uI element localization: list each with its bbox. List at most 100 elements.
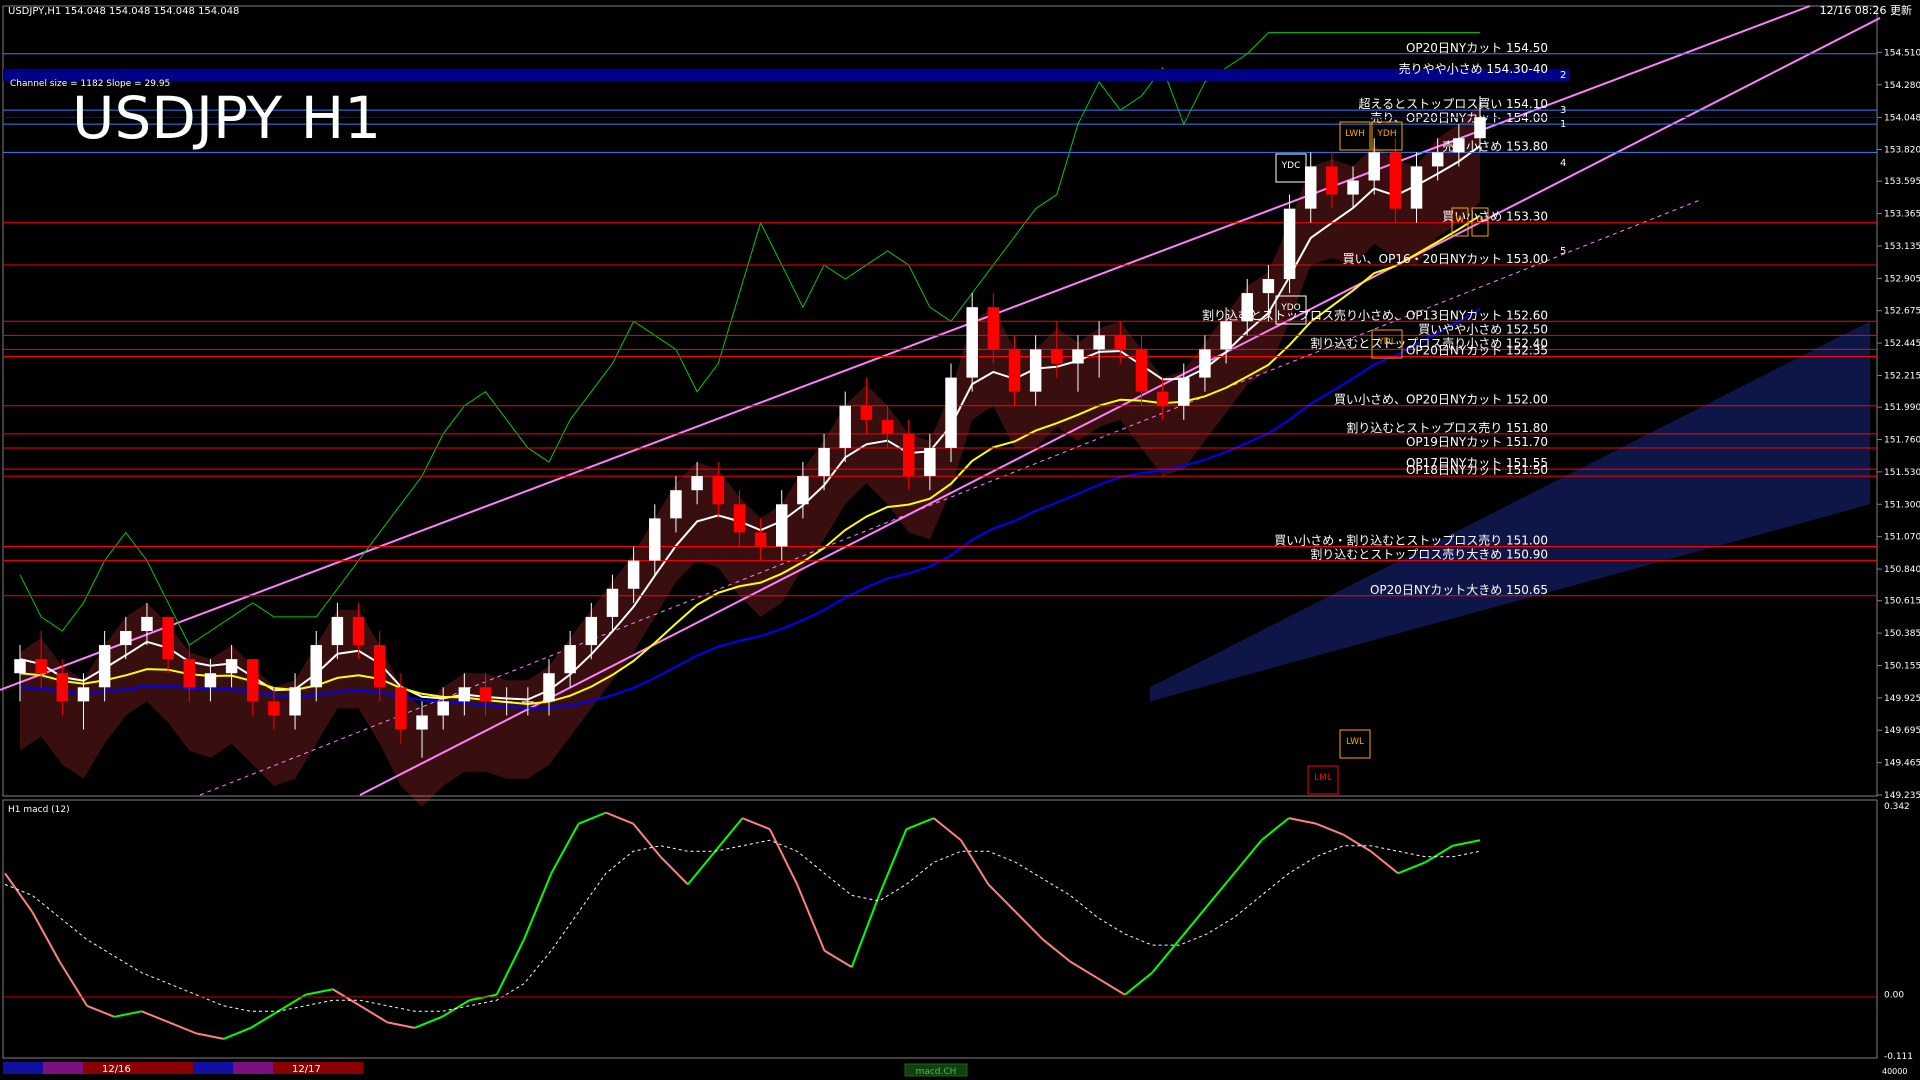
candle-body: [500, 701, 513, 703]
chart-stage: OP20日NYカット 154.50 売りやや小さめ 154.30-40 2 超えるとス…: [0, 0, 1920, 1080]
candle-body: [1072, 349, 1084, 364]
candle-body: [860, 405, 873, 420]
candle-body: [1326, 166, 1338, 195]
candle-body: [458, 687, 471, 702]
channel-tag: 5: [1560, 246, 1566, 257]
candle-body: [225, 659, 238, 674]
level-label: OP20日NYカット 154.50: [1406, 41, 1548, 55]
candle-body: [754, 532, 767, 547]
candle-body: [649, 518, 661, 561]
y-tick-label: 151.990: [1884, 403, 1920, 413]
y-tick-label: 154.510: [1884, 48, 1920, 58]
y-tick-label: 150.385: [1884, 629, 1920, 639]
marker-label: LWH: [1345, 129, 1365, 139]
candle-body: [1389, 152, 1402, 209]
macd-y-tick-label: 0.342: [1884, 802, 1910, 812]
macd-y-tick-label: 0.00: [1884, 991, 1904, 1001]
y-tick-label: 152.905: [1884, 274, 1920, 284]
candle-body: [522, 701, 534, 703]
candle-body: [606, 588, 619, 617]
candle-body: [1347, 180, 1359, 195]
candle-body: [98, 645, 111, 688]
y-tick-label: 150.615: [1884, 597, 1920, 607]
level-label: 売りやや小さめ 154.30-40: [1399, 61, 1548, 76]
candle-body: [1135, 349, 1148, 392]
candle-body: [268, 701, 280, 716]
level-label: OP20日NYカット大きめ 150.65: [1370, 583, 1548, 597]
candle-body: [987, 307, 1000, 350]
candle-body: [691, 476, 703, 491]
y-tick-label: 151.300: [1884, 500, 1920, 510]
candle-body: [1474, 117, 1486, 139]
macd-label: H1 macd (12): [8, 805, 70, 815]
candle-body: [1241, 293, 1253, 322]
candle-body: [1178, 377, 1190, 406]
level-label: 買い、OP16・20日NYカット 153.00: [1343, 252, 1548, 266]
candle-body: [839, 405, 851, 448]
candle-body: [183, 659, 196, 688]
level-highlight-bar: [3, 68, 1570, 81]
candle-body: [1220, 321, 1232, 350]
candle-body: [14, 659, 26, 674]
marker-label: LWL: [1346, 737, 1364, 747]
candle-body: [1093, 335, 1105, 350]
candle-body: [1304, 166, 1317, 209]
y-tick-label: 151.760: [1884, 436, 1920, 446]
y-tick-label: 153.595: [1884, 177, 1920, 187]
level-label: 割り込むとストップロス売り小さめ、OP13日NYカット 152.60: [1202, 307, 1548, 322]
marker-label: YDO: [1280, 303, 1301, 313]
candle-body: [437, 701, 449, 716]
y-tick-label: 150.155: [1884, 661, 1920, 671]
y-tick-label: 153.135: [1884, 242, 1920, 252]
marker-label: YDH: [1376, 129, 1396, 139]
candle-body: [204, 673, 217, 688]
candle-body: [310, 645, 322, 688]
candle-body: [924, 447, 936, 477]
marker-label: YDC: [1281, 161, 1301, 171]
y-tick-label: 152.215: [1884, 371, 1920, 381]
candle-body: [479, 687, 492, 702]
channel-tag: 4: [1560, 158, 1566, 169]
candle-body: [1410, 166, 1423, 209]
level-tag: 2: [1560, 70, 1566, 81]
candle-body: [585, 616, 598, 646]
candle-body: [1051, 349, 1063, 364]
candle-body: [1008, 349, 1021, 392]
tab-macd-ch-label: macd.CH: [916, 1067, 957, 1077]
level-label: 買い小さめ・割り込むとストップロス売り 151.00: [1274, 533, 1548, 548]
level-label: 買いやや小さめ 152.50: [1418, 322, 1548, 336]
marker-label: YDL: [1377, 337, 1395, 347]
bottom-scale: 40000: [1882, 1067, 1907, 1076]
y-tick-label: 152.445: [1884, 339, 1920, 349]
marker-label: D: [1477, 215, 1484, 225]
candle-body: [352, 616, 365, 646]
candle-body: [247, 659, 259, 702]
candle-body: [776, 504, 788, 547]
candle-body: [1368, 152, 1380, 181]
level-label: OP20日NYカット 152.35: [1406, 343, 1548, 357]
candle-body: [162, 616, 174, 660]
candle-body: [416, 715, 428, 730]
candle-body: [1029, 349, 1042, 392]
level-label: 割り込むとストップロス売り大きめ 150.90: [1310, 547, 1548, 562]
candle-body: [881, 419, 894, 434]
y-tick-label: 152.675: [1884, 307, 1920, 317]
candle-body: [56, 673, 69, 702]
candle-body: [289, 687, 301, 716]
y-tick-label: 153.820: [1884, 146, 1920, 156]
candle-body: [733, 504, 746, 533]
y-tick-label: 154.048: [1884, 113, 1920, 123]
candle-body: [712, 476, 724, 505]
candle-body: [564, 645, 576, 674]
candle-body: [1114, 335, 1127, 350]
y-tick-label: 150.840: [1884, 565, 1920, 575]
candle-body: [627, 560, 640, 589]
candle-body: [373, 645, 386, 688]
candle-body: [1156, 391, 1169, 406]
level-label: OP19日NYカット 151.70: [1406, 435, 1548, 449]
candle-body: [797, 476, 809, 505]
date-label-2: 12/17: [292, 1064, 321, 1075]
candle-body: [77, 687, 90, 702]
page-title: USDJPY H1: [72, 84, 381, 152]
candle-body: [1283, 208, 1296, 280]
